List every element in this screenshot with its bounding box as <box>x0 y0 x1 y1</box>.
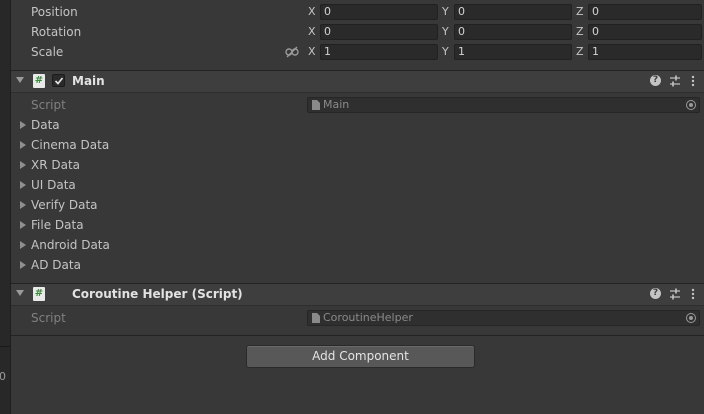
main-component-header[interactable]: # Main ? <box>11 70 704 93</box>
coroutine-script-row: Script CoroutineHelper <box>11 308 704 328</box>
coroutine-script-label: Script <box>31 311 66 325</box>
scale-x-axis-label[interactable]: X <box>308 45 316 58</box>
foldout-arrow-icon[interactable] <box>20 161 26 169</box>
foldout-arrow-icon[interactable] <box>20 201 26 209</box>
foldout-label: UI Data <box>31 178 76 192</box>
foldout-label: AD Data <box>31 258 81 272</box>
position-z-field[interactable]: 0 <box>588 4 702 20</box>
script-file-icon <box>312 313 320 323</box>
position-x-field[interactable]: 0 <box>320 4 438 20</box>
position-x-axis-label[interactable]: X <box>308 5 316 18</box>
script-file-icon <box>312 100 320 110</box>
checkmark-icon <box>54 77 64 85</box>
inspector-panel: Position X 0 Y 0 Z 0 Rotation X 0 Y 0 Z … <box>11 0 704 414</box>
kebab-menu-icon[interactable] <box>686 74 700 88</box>
transform-row-scale: Scale X 1 Y 1 Z 1 <box>11 42 704 62</box>
left-panel-divider <box>0 346 10 347</box>
scale-y-axis-label[interactable]: Y <box>442 45 449 58</box>
foldout-ad-data[interactable]: AD Data <box>11 255 704 275</box>
foldout-label: Android Data <box>31 238 110 252</box>
help-icon[interactable]: ? <box>650 288 661 299</box>
foldout-label: XR Data <box>31 158 81 172</box>
foldout-arrow-icon[interactable] <box>20 141 26 149</box>
foldout-verify-data[interactable]: Verify Data <box>11 195 704 215</box>
main-component-title: Main <box>72 74 105 88</box>
rotation-z-axis-label[interactable]: Z <box>576 25 584 38</box>
components-divider <box>11 335 704 336</box>
foldout-arrow-icon[interactable] <box>20 241 26 249</box>
rotation-label: Rotation <box>31 25 82 39</box>
foldout-android-data[interactable]: Android Data <box>11 235 704 255</box>
foldout-label: Cinema Data <box>31 138 110 152</box>
coroutine-foldout-arrow-icon[interactable] <box>16 290 24 296</box>
foldout-label: Data <box>31 118 60 132</box>
left-panel-edge-text: 0 <box>0 370 6 383</box>
scale-z-axis-label[interactable]: Z <box>576 45 584 58</box>
main-script-value: Main <box>323 98 350 111</box>
rotation-z-field[interactable]: 0 <box>588 24 702 40</box>
coroutine-helper-title: Coroutine Helper (Script) <box>72 287 243 301</box>
scale-z-field[interactable]: 1 <box>588 44 702 60</box>
coroutine-script-field[interactable]: CoroutineHelper <box>307 310 700 326</box>
main-script-row: Script Main <box>11 95 704 115</box>
rotation-y-axis-label[interactable]: Y <box>442 25 449 38</box>
coroutine-script-value: CoroutineHelper <box>323 311 413 324</box>
main-enabled-checkbox[interactable] <box>52 74 65 87</box>
scale-y-field[interactable]: 1 <box>454 44 572 60</box>
add-component-button[interactable]: Add Component <box>246 345 475 368</box>
foldout-cinema-data[interactable]: Cinema Data <box>11 135 704 155</box>
foldout-arrow-icon[interactable] <box>20 121 26 129</box>
presets-sliders-icon[interactable] <box>668 287 682 301</box>
foldout-arrow-icon[interactable] <box>20 181 26 189</box>
foldout-xr-data[interactable]: XR Data <box>11 155 704 175</box>
presets-sliders-icon[interactable] <box>668 74 682 88</box>
position-label: Position <box>31 5 78 19</box>
position-y-field[interactable]: 0 <box>454 4 572 20</box>
constrain-proportions-link-icon[interactable] <box>285 46 299 58</box>
main-foldout-arrow-icon[interactable] <box>16 77 24 83</box>
foldout-label: Verify Data <box>31 198 98 212</box>
position-z-axis-label[interactable]: Z <box>576 5 584 18</box>
kebab-menu-icon[interactable] <box>686 287 700 301</box>
object-picker-icon[interactable] <box>686 100 696 110</box>
foldout-arrow-icon[interactable] <box>20 221 26 229</box>
main-script-label: Script <box>31 98 66 112</box>
foldout-ui-data[interactable]: UI Data <box>11 175 704 195</box>
left-panel-strip: 0 <box>0 0 11 414</box>
script-component-icon: # <box>33 287 45 301</box>
transform-row-position: Position X 0 Y 0 Z 0 <box>11 2 704 22</box>
foldout-data[interactable]: Data <box>11 115 704 135</box>
position-y-axis-label[interactable]: Y <box>442 5 449 18</box>
script-component-icon: # <box>33 74 45 88</box>
scale-label: Scale <box>31 45 64 59</box>
rotation-y-field[interactable]: 0 <box>454 24 572 40</box>
main-script-field[interactable]: Main <box>307 97 700 113</box>
scale-x-field[interactable]: 1 <box>320 44 438 60</box>
rotation-x-axis-label[interactable]: X <box>308 25 316 38</box>
foldout-file-data[interactable]: File Data <box>11 215 704 235</box>
foldout-label: File Data <box>31 218 84 232</box>
help-icon[interactable]: ? <box>650 75 661 86</box>
rotation-x-field[interactable]: 0 <box>320 24 438 40</box>
transform-row-rotation: Rotation X 0 Y 0 Z 0 <box>11 22 704 42</box>
foldout-arrow-icon[interactable] <box>20 261 26 269</box>
coroutine-helper-component-header[interactable]: # Coroutine Helper (Script) ? <box>11 283 704 306</box>
object-picker-icon[interactable] <box>686 313 696 323</box>
